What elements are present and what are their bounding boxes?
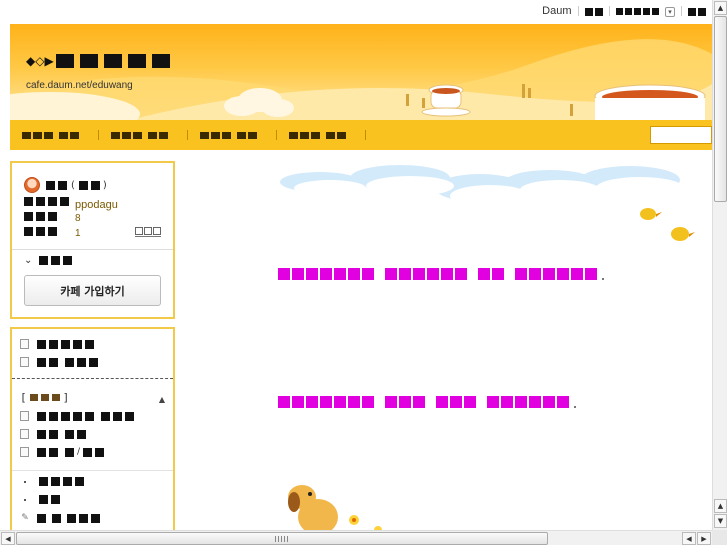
divider: [12, 470, 173, 471]
scroll-up-icon[interactable]: ▲: [714, 499, 727, 513]
bullet-icon: [24, 480, 26, 483]
search-input[interactable]: [650, 126, 712, 144]
horizontal-scroll-thumb[interactable]: [16, 532, 548, 545]
sidebar-item-4[interactable]: [20, 429, 86, 439]
nickname-label: [24, 197, 69, 206]
board-icon: [20, 339, 29, 349]
join-cafe-button[interactable]: 카페 가입하기: [24, 275, 161, 306]
main-content: [190, 152, 712, 532]
notice-line-2[interactable]: [278, 396, 576, 408]
posts-label: [24, 227, 57, 236]
top-link-2[interactable]: [584, 5, 603, 18]
cafe-url[interactable]: cafe.daum.net/eduwang: [26, 80, 133, 91]
visits-value: 8: [75, 213, 81, 224]
sidebar-item-2[interactable]: [20, 357, 98, 367]
sidebar-item-3[interactable]: [20, 411, 134, 421]
daum-link[interactable]: Daum: [542, 5, 571, 17]
member-grade-row: (): [24, 177, 107, 193]
sidebar-item-5[interactable]: /: [20, 447, 105, 457]
main-illustration: [280, 165, 695, 532]
memo-icon: [20, 447, 29, 457]
sidebar-item-1[interactable]: [20, 339, 94, 349]
my-activity-link[interactable]: [135, 227, 161, 237]
triangle-up-icon[interactable]: ▲: [159, 395, 165, 404]
chevron-down-icon: ⌄: [24, 255, 33, 266]
avatar-icon: [24, 177, 40, 193]
sidebar-item-7[interactable]: [20, 495, 60, 504]
chat-row[interactable]: ⌄: [24, 255, 73, 266]
top-link-3[interactable]: ▾: [615, 5, 675, 18]
bullet-icon: [24, 498, 26, 501]
horizontal-scrollbar[interactable]: ◀ ◀ ▶: [0, 530, 712, 545]
scrollbar-corner: [712, 530, 727, 545]
divider: [608, 6, 610, 16]
top-link-4[interactable]: [688, 5, 706, 18]
title-arrows: ◆◇▶: [26, 54, 54, 68]
scroll-down-icon[interactable]: ▼: [714, 514, 727, 528]
menu-item-4[interactable]: [277, 120, 366, 150]
notice-line-1[interactable]: [278, 268, 604, 280]
banner-illustration: [10, 39, 712, 120]
main-menu-bar: [10, 120, 712, 150]
scroll-up-icon[interactable]: ▲: [714, 1, 727, 15]
menu-item-2[interactable]: [99, 120, 188, 150]
cafe-title[interactable]: ◆◇▶: [26, 54, 174, 68]
sidebar-item-8[interactable]: ✎: [20, 513, 100, 523]
visits-label: [24, 212, 57, 221]
pencil-icon: ✎: [21, 513, 29, 523]
menu-item-1[interactable]: [10, 120, 99, 150]
menu-item-3[interactable]: [188, 120, 277, 150]
board-icon: [20, 357, 29, 367]
profile-box: () ppodagu 8 1 ⌄ 카페 가입하기: [10, 161, 175, 319]
posts-value: 1: [75, 228, 81, 239]
chevron-down-icon[interactable]: ▾: [665, 6, 675, 17]
cafe-banner: ◆◇▶ cafe.daum.net/eduwang: [10, 24, 712, 120]
scroll-left-icon[interactable]: ◀: [682, 532, 696, 545]
divider: [681, 6, 682, 16]
scroll-right-icon[interactable]: ▶: [697, 532, 711, 545]
divider: [12, 249, 173, 250]
top-links-bar: Daum ▾: [0, 0, 712, 22]
divider: [577, 6, 579, 16]
sidebar-menu: [] ▲ / ✎: [10, 327, 175, 537]
sidebar-item-6[interactable]: [20, 477, 84, 486]
photo-icon: [20, 429, 29, 439]
vertical-scroll-thumb[interactable]: [714, 16, 727, 202]
scroll-left-icon[interactable]: ◀: [1, 532, 15, 545]
menu-group-header[interactable]: []: [20, 391, 69, 404]
divider: [12, 378, 173, 379]
nickname-value[interactable]: ppodagu: [75, 199, 118, 211]
vertical-scrollbar[interactable]: ▲ ▲ ▼: [712, 0, 727, 530]
board-icon: [20, 411, 29, 421]
